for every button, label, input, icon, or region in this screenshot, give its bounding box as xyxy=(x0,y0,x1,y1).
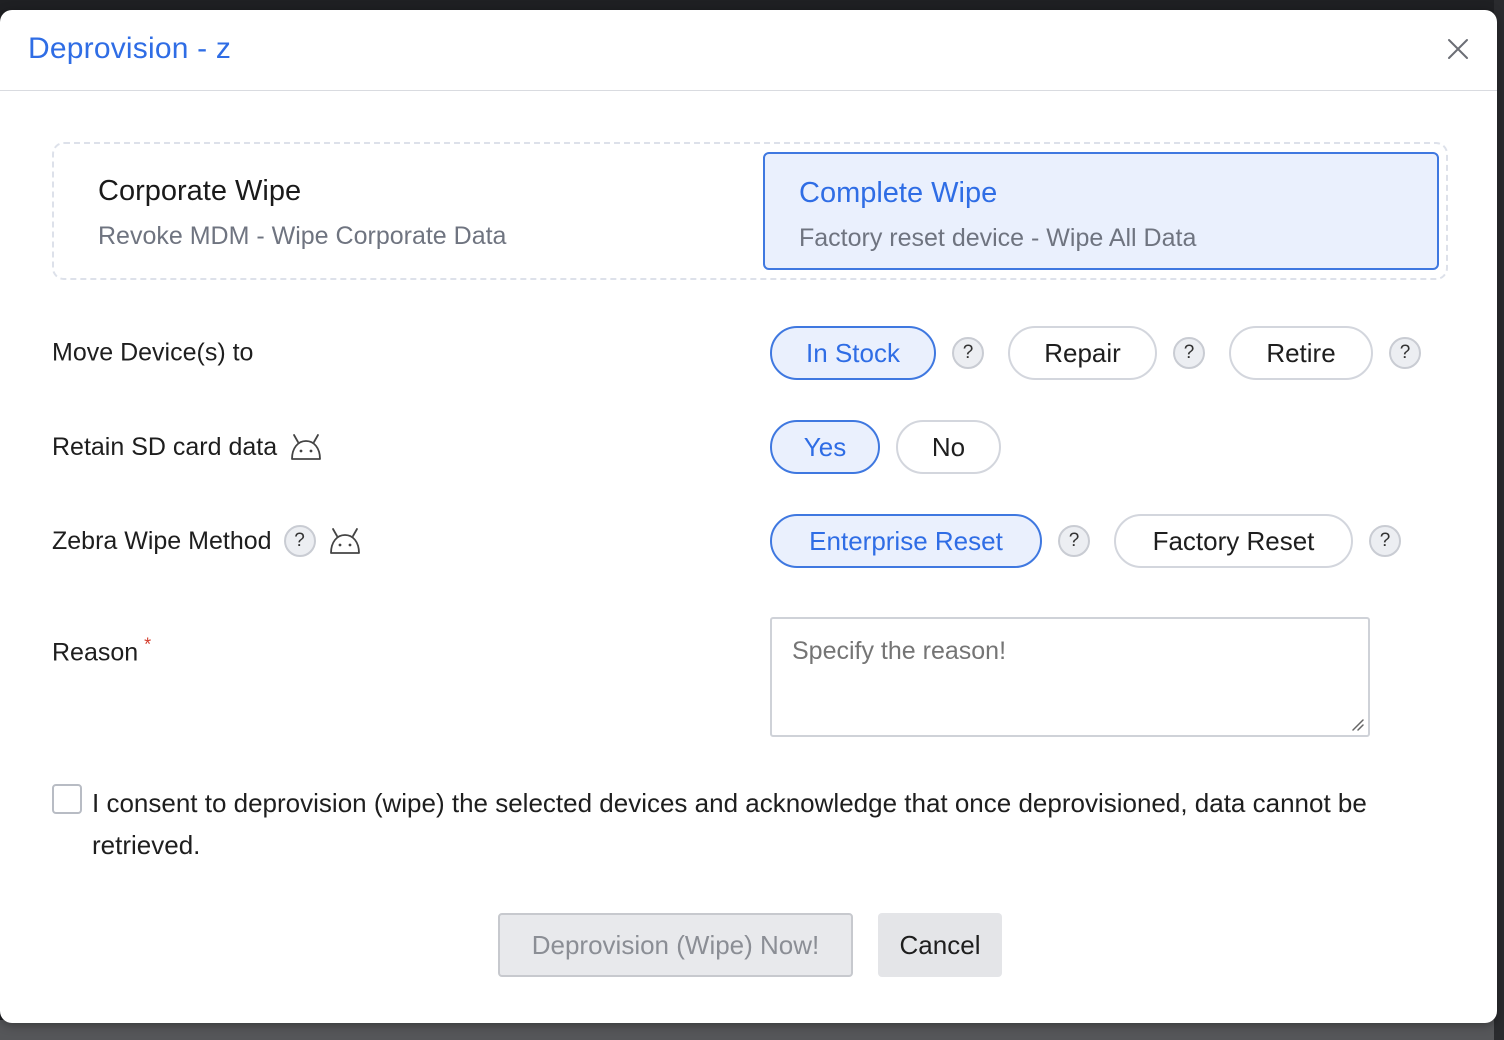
reason-label-group: Reason * xyxy=(52,635,151,668)
required-marker: * xyxy=(144,634,152,655)
option-repair[interactable]: Repair xyxy=(1008,326,1157,380)
wipe-type-selector: Corporate Wipe Revoke MDM - Wipe Corpora… xyxy=(52,142,1448,280)
dialog-header: Deprovision - z xyxy=(0,10,1497,91)
help-icon[interactable]: ? xyxy=(1369,525,1401,557)
cancel-button[interactable]: Cancel xyxy=(878,913,1002,977)
move-device-label: Move Device(s) to xyxy=(52,338,254,367)
help-icon[interactable]: ? xyxy=(1389,337,1421,369)
reason-label: Reason xyxy=(52,638,139,667)
retain-sd-row: Retain SD card data Yes No xyxy=(52,419,1452,475)
zebra-wipe-label-group: Zebra Wipe Method ? xyxy=(52,525,362,557)
deprovision-button[interactable]: Deprovision (Wipe) Now! xyxy=(498,913,853,977)
android-icon xyxy=(328,526,362,556)
page-backdrop xyxy=(0,1020,1504,1040)
close-button[interactable] xyxy=(1441,32,1475,66)
deprovision-dialog: Deprovision - z Corporate Wipe Revoke MD… xyxy=(0,10,1497,1023)
help-icon[interactable]: ? xyxy=(283,525,316,557)
resize-handle-icon[interactable] xyxy=(1350,717,1364,731)
retain-sd-options: Yes No xyxy=(770,419,1001,475)
retain-sd-label-group: Retain SD card data xyxy=(52,432,323,462)
help-icon[interactable]: ? xyxy=(1173,337,1205,369)
wipe-option-corporate[interactable]: Corporate Wipe Revoke MDM - Wipe Corpora… xyxy=(64,152,754,270)
option-in-stock[interactable]: In Stock xyxy=(770,326,936,380)
reason-textarea[interactable] xyxy=(770,617,1370,737)
move-device-row: Move Device(s) to In Stock ? Repair ? Re… xyxy=(52,325,1452,381)
option-enterprise-reset[interactable]: Enterprise Reset xyxy=(770,514,1042,568)
help-icon[interactable]: ? xyxy=(1058,525,1090,557)
move-device-options: In Stock ? Repair ? Retire ? xyxy=(770,325,1421,381)
option-yes[interactable]: Yes xyxy=(770,420,880,474)
wipe-option-complete[interactable]: Complete Wipe Factory reset device - Wip… xyxy=(763,152,1439,270)
close-icon xyxy=(1448,39,1468,59)
consent-checkbox[interactable] xyxy=(52,784,82,814)
wipe-option-subtitle: Factory reset device - Wipe All Data xyxy=(799,224,1197,252)
zebra-wipe-label: Zebra Wipe Method xyxy=(52,526,272,555)
option-no[interactable]: No xyxy=(896,420,1001,474)
wipe-option-subtitle: Revoke MDM - Wipe Corporate Data xyxy=(98,222,507,250)
dialog-title: Deprovision - z xyxy=(28,32,232,65)
android-icon xyxy=(289,432,323,462)
zebra-wipe-options: Enterprise Reset ? Factory Reset ? xyxy=(770,513,1401,569)
retain-sd-label: Retain SD card data xyxy=(52,432,278,461)
help-icon[interactable]: ? xyxy=(952,337,984,369)
wipe-option-title: Corporate Wipe xyxy=(98,175,302,207)
zebra-wipe-row: Zebra Wipe Method ? Enterprise Reset ? F… xyxy=(52,513,1452,569)
option-retire[interactable]: Retire xyxy=(1229,326,1373,380)
option-factory-reset[interactable]: Factory Reset xyxy=(1114,514,1353,568)
wipe-option-title: Complete Wipe xyxy=(799,177,998,209)
consent-text: I consent to deprovision (wipe) the sele… xyxy=(92,788,1367,860)
